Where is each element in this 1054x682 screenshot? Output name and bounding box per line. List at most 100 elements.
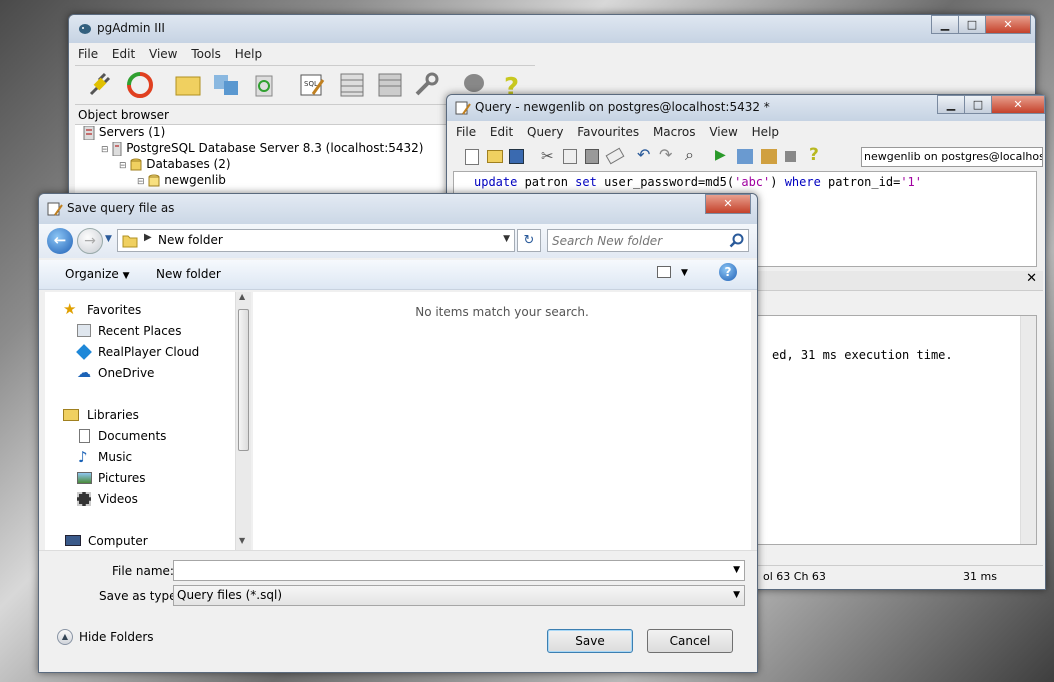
refresh-icon[interactable] — [125, 70, 155, 100]
save-type-dropdown-icon[interactable]: ▼ — [733, 586, 740, 605]
menu-tools[interactable]: Tools — [186, 45, 226, 63]
messages-scrollbar[interactable] — [1020, 316, 1036, 544]
query-maximize-button[interactable]: □ — [964, 95, 992, 114]
recent-locations-dropdown-icon[interactable]: ▼ — [105, 234, 112, 244]
scroll-up-icon[interactable]: ▲ — [239, 292, 245, 301]
sql-string: '1' — [900, 175, 922, 189]
dialog-help-icon[interactable]: ? — [719, 263, 737, 281]
menu-view[interactable]: View — [144, 45, 182, 63]
back-button[interactable]: ← — [47, 228, 73, 254]
menu-edit[interactable]: Edit — [107, 45, 140, 63]
folder-properties-icon[interactable] — [173, 70, 203, 100]
view-dropdown-icon[interactable]: ▼ — [681, 268, 688, 278]
menu-file[interactable]: File — [73, 45, 103, 63]
minimize-button[interactable]: ▁ — [931, 15, 959, 34]
breadcrumb-bar[interactable]: ▶ New folder ▼ — [117, 229, 515, 252]
sql-keyword: set — [575, 175, 597, 189]
refresh-icon[interactable]: ↻ — [517, 229, 541, 252]
tree-item-servers[interactable]: Servers (1) — [83, 125, 165, 141]
breadcrumb-current[interactable]: New folder — [158, 233, 223, 247]
file-name-dropdown-icon[interactable]: ▼ — [733, 561, 740, 580]
scroll-down-icon[interactable]: ▼ — [239, 536, 245, 545]
menu-help[interactable]: Help — [230, 45, 267, 63]
organize-button[interactable]: Organize ▼ — [65, 267, 130, 281]
realplayer-icon — [76, 344, 92, 360]
maximize-button[interactable]: □ — [958, 15, 986, 34]
query-toolbar: ✂ ↶ ↷ ⌕ ▶ ? newgenlib on postgres@localh… — [453, 145, 1043, 169]
execute-icon[interactable]: ▶ — [715, 147, 726, 163]
save-type-select[interactable]: Query files (*.sql) ▼ — [173, 585, 745, 606]
explain-icon[interactable] — [761, 149, 777, 164]
tree-item-server[interactable]: ⊟ PostgreSQL Database Server 8.3 (localh… — [101, 141, 424, 157]
query-menu-edit[interactable]: Edit — [485, 123, 518, 141]
save-type-value: Query files (*.sql) — [177, 588, 283, 602]
cut-icon[interactable]: ✂ — [541, 147, 554, 165]
query-title: Query - newgenlib on postgres@localhost:… — [475, 100, 770, 114]
document-icon — [79, 429, 90, 443]
sql-text: user_password=md5( — [596, 175, 735, 189]
file-list[interactable]: No items match your search. — [253, 292, 751, 550]
cancel-query-icon[interactable] — [785, 151, 796, 162]
save-file-icon[interactable] — [509, 149, 524, 164]
breadcrumb-dropdown-icon[interactable]: ▼ — [503, 234, 510, 244]
undo-icon[interactable]: ↶ — [637, 145, 650, 164]
query-menubar: File Edit Query Favourites Macros View H… — [451, 123, 1041, 143]
search-input[interactable] — [550, 231, 720, 250]
recycle-icon[interactable] — [249, 70, 279, 100]
connect-plug-icon[interactable] — [85, 70, 115, 100]
query-minimize-button[interactable]: ▁ — [937, 95, 965, 114]
server-icon — [83, 125, 95, 140]
redo-icon[interactable]: ↷ — [659, 145, 672, 164]
forward-button[interactable]: → — [77, 228, 103, 254]
query-help-icon[interactable]: ? — [809, 145, 819, 165]
dialog-close-button[interactable]: ✕ — [705, 194, 751, 214]
file-name-field[interactable]: ▼ — [173, 560, 745, 581]
status-time: 31 ms — [963, 570, 997, 583]
copy-icon[interactable] — [563, 149, 577, 164]
output-close-icon[interactable]: ✕ — [1026, 271, 1037, 286]
cancel-button[interactable]: Cancel — [647, 629, 733, 653]
query-menu-file[interactable]: File — [451, 123, 481, 141]
nav-scrollbar[interactable]: ▲ ▼ — [235, 292, 251, 550]
nav-label: Videos — [98, 492, 138, 506]
pictures-icon — [77, 472, 92, 484]
empty-message: No items match your search. — [415, 305, 589, 319]
nav-label: Pictures — [98, 471, 146, 485]
object-browser-label: Object browser — [75, 107, 455, 125]
organize-dropdown-icon: ▼ — [122, 271, 130, 281]
tree-item-databases[interactable]: ⊟ Databases (2) — [119, 157, 231, 173]
save-button[interactable]: Save — [547, 629, 633, 653]
move-objects-icon[interactable] — [211, 70, 241, 100]
tree-item-newgenlib[interactable]: ⊟ newgenlib — [137, 173, 226, 189]
view-options-icon[interactable] — [657, 266, 671, 278]
filtered-data-icon[interactable] — [375, 70, 405, 100]
status-position: ol 63 Ch 63 — [763, 570, 826, 583]
address-row: ← → ▼ ▶ New folder ▼ ↻ — [39, 224, 757, 258]
connection-select[interactable]: newgenlib on postgres@localhost:54 — [861, 147, 1043, 167]
nav-label: RealPlayer Cloud — [98, 345, 200, 359]
query-menu-view[interactable]: View — [704, 123, 742, 141]
close-button[interactable]: ✕ — [985, 15, 1031, 34]
search-box[interactable] — [547, 229, 749, 252]
sql-editor-icon[interactable]: SQL — [297, 70, 327, 100]
paste-icon[interactable] — [585, 149, 599, 164]
new-folder-button[interactable]: New folder — [156, 267, 221, 281]
view-data-icon[interactable] — [337, 70, 367, 100]
query-menu-macros[interactable]: Macros — [648, 123, 701, 141]
find-icon[interactable]: ⌕ — [685, 145, 694, 165]
clear-eraser-icon[interactable] — [605, 147, 625, 165]
sql-keyword: where — [784, 175, 821, 189]
sql-query-icon — [47, 202, 63, 216]
query-menu-query[interactable]: Query — [522, 123, 568, 141]
search-icon[interactable] — [729, 233, 744, 248]
nav-scrollbar-thumb[interactable] — [238, 309, 249, 451]
maintenance-wrench-icon[interactable] — [411, 70, 441, 100]
query-close-button[interactable]: ✕ — [991, 95, 1045, 114]
open-file-icon[interactable] — [487, 150, 503, 163]
svg-text:SQL: SQL — [304, 80, 318, 88]
execute-to-file-icon[interactable] — [737, 149, 753, 164]
query-menu-help[interactable]: Help — [747, 123, 784, 141]
new-file-icon[interactable] — [465, 149, 479, 165]
query-menu-favourites[interactable]: Favourites — [572, 123, 644, 141]
breadcrumb-chevron-icon[interactable]: ▶ — [144, 232, 152, 243]
